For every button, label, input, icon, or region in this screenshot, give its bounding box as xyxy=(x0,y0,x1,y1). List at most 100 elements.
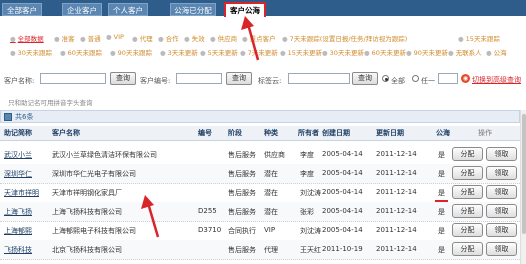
filter-normal[interactable]: ● 普通 xyxy=(80,33,101,43)
tag-cloud-label: 标签云: xyxy=(258,77,282,85)
annotation-underline xyxy=(435,200,448,202)
table-row: 武汉小兰 武汉小兰草绿色清洁环保有限公司 售后服务 供应商 李度 2005-04… xyxy=(0,145,520,165)
claim-button[interactable]: 领取 xyxy=(486,204,517,218)
match-any-label: 任一 xyxy=(421,77,435,85)
col-owner[interactable]: 所有者 xyxy=(298,128,319,138)
filter-3-days-not-updated[interactable]: ● 3天未更新 xyxy=(160,47,198,57)
filter-prospect[interactable]: ● 准客 xyxy=(54,33,75,43)
filter-7-days-untracked[interactable]: ● 7天未跟踪(设置日报/任务/拜访视为跟踪) xyxy=(282,33,407,43)
table-row: 上海郁熙 上海郁熙电子科技有限公司 D3710 合同执行 VIP 刘沈涛 200… xyxy=(0,221,520,241)
row-short-name[interactable]: 上海郁熙 xyxy=(4,226,50,236)
vertical-scrollbar[interactable] xyxy=(520,110,526,264)
assign-button[interactable]: 分配 xyxy=(452,147,483,161)
col-updated[interactable]: 更新日期 xyxy=(376,128,404,138)
match-all-radio[interactable] xyxy=(382,75,389,82)
row-short-name[interactable]: 飞扬科技 xyxy=(4,245,50,255)
row-customer-name: 北京飞扬科技有限公司 xyxy=(52,246,122,254)
row-updated: 2011-12-14 xyxy=(376,188,417,196)
match-all-label: 全部 xyxy=(391,77,405,85)
customer-name-label: 客户名称: xyxy=(4,77,35,85)
row-customer-name: 上海郁熙电子科技有限公司 xyxy=(52,227,136,235)
filter-60-days-untracked[interactable]: ● 60天未跟踪 xyxy=(60,47,102,57)
filter-30-days-not-updated[interactable]: ● 30天未更新 xyxy=(322,47,364,57)
claim-button[interactable]: 领取 xyxy=(486,166,517,180)
advanced-search-icon[interactable]: ◉ xyxy=(461,74,470,83)
filter-cooperation[interactable]: ● 合作 xyxy=(158,33,179,43)
row-kind: 供应商 xyxy=(264,151,285,159)
row-stage: 售后服务 xyxy=(228,246,256,254)
tag-cloud-input[interactable] xyxy=(288,73,350,84)
claim-button[interactable]: 领取 xyxy=(486,242,517,256)
filter-15-days-not-updated[interactable]: ● 15天未更新 xyxy=(280,47,322,57)
customer-no-input[interactable] xyxy=(176,73,222,84)
row-kind: 潜在 xyxy=(264,170,278,178)
filter-agent[interactable]: ● 代理 xyxy=(132,33,153,43)
row-customer-name: 上海飞扬科技有限公司 xyxy=(52,208,122,216)
row-owner: 刘沈涛 xyxy=(300,227,321,235)
row-owner: 刘沈涛 xyxy=(300,189,321,197)
col-pool[interactable]: 公海 xyxy=(436,128,450,138)
row-updated: 2011-12-14 xyxy=(376,150,417,158)
filter-all-data[interactable]: ● 全部数据 xyxy=(10,33,44,43)
query-name-button[interactable]: 查询 xyxy=(110,72,136,85)
filter-90-days-not-updated[interactable]: ● 90天未更新 xyxy=(406,47,448,57)
filter-5-days-not-updated[interactable]: ● 5天未更新 xyxy=(200,47,238,57)
claim-button[interactable]: 领取 xyxy=(486,185,517,199)
claim-button[interactable]: 领取 xyxy=(486,223,517,237)
col-created[interactable]: 创建日期 xyxy=(322,128,350,138)
assign-button[interactable]: 分配 xyxy=(452,223,483,237)
tab-individual-customers[interactable]: 个人客户 xyxy=(108,3,148,16)
assign-button[interactable]: 分配 xyxy=(452,204,483,218)
advanced-search-toggle[interactable]: 切换到高级查询 xyxy=(472,75,521,85)
record-count: 共6条 xyxy=(15,113,34,121)
filter-60-days-not-updated[interactable]: ● 60天未更新 xyxy=(364,47,406,57)
row-owner: 张彩 xyxy=(300,208,314,216)
filter-30-days-untracked[interactable]: ● 30天未跟踪 xyxy=(10,47,52,57)
row-updated: 2011-12-14 xyxy=(376,245,417,253)
col-stage[interactable]: 阶段 xyxy=(228,128,242,138)
row-created: 2005-04-14 xyxy=(322,226,363,234)
row-short-name[interactable]: 天津市祥明 xyxy=(4,188,50,198)
tab-pool-assigned[interactable]: 公海已分配 xyxy=(170,3,216,16)
assign-button[interactable]: 分配 xyxy=(452,242,483,256)
annotation-arrow-row xyxy=(141,195,160,238)
row-kind: 代理 xyxy=(264,246,278,254)
assign-button[interactable]: 分配 xyxy=(452,185,483,199)
filter-invalid[interactable]: ● 失效 xyxy=(184,33,205,43)
row-stage: 合同执行 xyxy=(228,227,256,235)
row-owner: 李度 xyxy=(300,151,314,159)
row-owner: 李度 xyxy=(300,170,314,178)
row-short-name[interactable]: 深圳华仁 xyxy=(4,169,50,179)
col-kind[interactable]: 种类 xyxy=(264,128,278,138)
row-customer-name: 武汉小兰草绿色清洁环保有限公司 xyxy=(52,151,157,159)
claim-button[interactable]: 领取 xyxy=(486,147,517,161)
scrollbar-thumb[interactable] xyxy=(522,114,526,234)
row-updated: 2011-12-14 xyxy=(376,226,417,234)
search-help-text: 只和助记名可用拼音字头查询 xyxy=(8,99,93,107)
table-row: 上海飞扬 上海飞扬科技有限公司 D255 售后服务 潜在 张彩 2005-04-… xyxy=(0,202,520,222)
filter-supplier[interactable]: ● 供应商 xyxy=(210,33,237,43)
col-short-name[interactable]: 助记简称 xyxy=(4,128,32,138)
row-pool: 是 xyxy=(438,246,445,254)
filter-pool[interactable]: ● 公海 xyxy=(486,47,507,57)
tag-select[interactable] xyxy=(438,73,458,84)
assign-button[interactable]: 分配 xyxy=(452,166,483,180)
customer-name-input[interactable] xyxy=(40,73,106,84)
annotation-arrow-tab xyxy=(241,16,260,61)
row-stage: 售后服务 xyxy=(228,170,256,178)
filter-90-days-untracked[interactable]: ● 90天未跟踪 xyxy=(110,47,152,57)
tab-enterprise-customers[interactable]: 企业客户 xyxy=(62,3,102,16)
row-kind: VIP xyxy=(264,226,276,234)
tab-all-customers[interactable]: 全部客户 xyxy=(2,3,42,16)
query-no-button[interactable]: 查询 xyxy=(226,72,252,85)
row-short-name[interactable]: 上海飞扬 xyxy=(4,207,50,217)
match-any-radio[interactable] xyxy=(412,75,419,82)
filter-vip[interactable]: ● VIP xyxy=(106,33,124,41)
col-customer-name[interactable]: 客户名称 xyxy=(52,128,80,138)
row-short-name[interactable]: 武汉小兰 xyxy=(4,150,50,160)
filter-no-contact[interactable]: ● 无联系人 xyxy=(448,47,482,57)
filter-15-days-untracked[interactable]: ● 15天未跟踪 xyxy=(458,33,500,43)
col-number[interactable]: 编号 xyxy=(198,128,212,138)
row-pool: 是 xyxy=(438,208,445,216)
query-tag-button[interactable]: 查询 xyxy=(352,72,378,85)
